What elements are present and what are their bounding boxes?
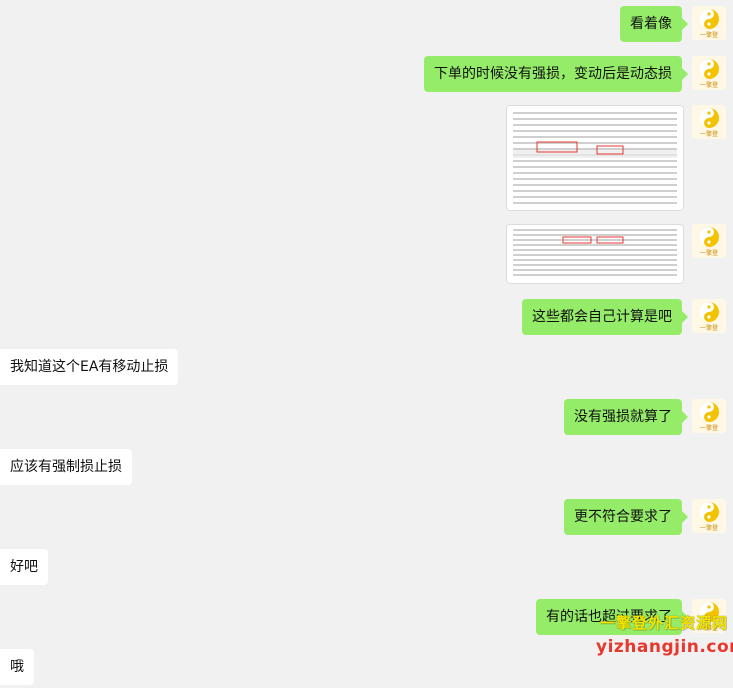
message-bubble-incoming[interactable]: 好吧: [0, 549, 48, 585]
yin-yang-logo-icon: 一擎登: [699, 502, 719, 532]
watermark-url: yizhangjin.com: [596, 637, 733, 657]
spreadsheet-thumbnail: [507, 225, 683, 283]
svg-text:一擎登: 一擎登: [700, 31, 718, 39]
image-message-spreadsheet[interactable]: [506, 105, 684, 211]
message-bubble-outgoing[interactable]: 看着像: [620, 6, 688, 42]
watermark-site-name: 一擎登外汇资源网: [600, 614, 729, 632]
yin-yang-logo-icon: 一擎登: [699, 9, 719, 39]
svg-text:一擎登: 一擎登: [700, 130, 718, 138]
yin-yang-logo-icon: 一擎登: [699, 108, 719, 138]
yin-yang-logo-icon: 一擎登: [699, 402, 719, 432]
avatar[interactable]: 一擎登: [692, 499, 726, 533]
message-bubble-outgoing[interactable]: 下单的时候没有强损，变动后是动态损: [424, 56, 688, 92]
yin-yang-logo-icon: 一擎登: [699, 227, 719, 257]
svg-text:一擎登: 一擎登: [700, 324, 718, 332]
avatar[interactable]: 一擎登: [692, 56, 726, 90]
message-bubble-outgoing[interactable]: 这些都会自己计算是吧: [522, 299, 688, 335]
message-bubble-outgoing[interactable]: 没有强损就算了: [564, 399, 688, 435]
spreadsheet-thumbnail: [507, 106, 683, 210]
message-bubble-incoming[interactable]: 应该有强制损止损: [0, 449, 132, 485]
svg-text:一擎登: 一擎登: [700, 249, 718, 257]
avatar[interactable]: 一擎登: [692, 224, 726, 258]
svg-text:一擎登: 一擎登: [700, 524, 718, 532]
avatar[interactable]: 一擎登: [692, 399, 726, 433]
image-message-spreadsheet[interactable]: [506, 224, 684, 284]
svg-text:一擎登: 一擎登: [700, 424, 718, 432]
svg-text:一擎登: 一擎登: [700, 81, 718, 89]
yin-yang-logo-icon: 一擎登: [699, 59, 719, 89]
message-bubble-incoming[interactable]: 哦: [0, 649, 34, 685]
avatar[interactable]: 一擎登: [692, 6, 726, 40]
yin-yang-logo-icon: 一擎登: [699, 302, 719, 332]
message-bubble-incoming[interactable]: 我知道这个EA有移动止损: [0, 349, 179, 385]
avatar[interactable]: 一擎登: [692, 105, 726, 139]
message-bubble-outgoing[interactable]: 更不符合要求了: [564, 499, 688, 535]
avatar[interactable]: 一擎登: [692, 299, 726, 333]
